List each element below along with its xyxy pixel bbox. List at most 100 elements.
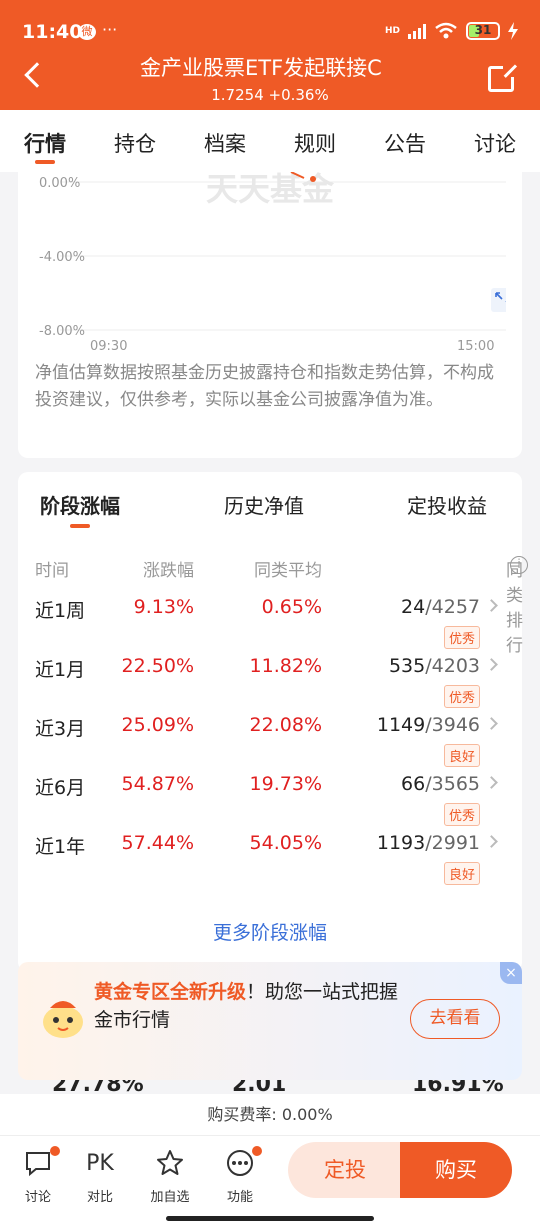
rating-badge: 优秀 [443, 685, 480, 708]
row-rank: 535/4203 [389, 655, 480, 677]
table-row[interactable]: 近6月 54.87% 19.73% 66/3565 优秀 [18, 773, 522, 829]
chevron-right-icon [485, 599, 498, 612]
x-tick-start: 09:30 [90, 339, 127, 352]
y-tick-2: -8.00% [39, 324, 85, 339]
status-indicators: HD 31 [385, 22, 518, 40]
notification-dot [50, 1146, 60, 1156]
notification-dot [252, 1146, 262, 1156]
chevron-right-icon [485, 776, 498, 789]
row-period: 近3月 [35, 718, 86, 740]
rank-value: 1149 [376, 714, 426, 736]
stage-performance-card: 阶段涨幅 历史净值 定投收益 时间 涨跌幅 同类平均 同类排行 i 近1周 9.1… [18, 472, 528, 972]
compare-label: 对比 [86, 1190, 113, 1205]
info-icon[interactable]: i [510, 556, 528, 574]
row-change: 9.13% [133, 596, 194, 618]
discuss-button[interactable]: 讨论 [8, 1146, 68, 1205]
row-period: 近1周 [35, 600, 86, 622]
tab-holdings[interactable]: 持仓 [90, 110, 180, 172]
row-category-avg: 0.65% [261, 596, 322, 618]
header-change: 涨跌幅 [143, 561, 194, 581]
more-functions-icon [227, 1150, 253, 1176]
rank-value: 535 [388, 655, 426, 677]
table-row[interactable]: 近1年 57.44% 54.05% 1193/2991 良好 [18, 832, 522, 888]
mascot-icon [43, 1001, 83, 1038]
signal-icon [408, 23, 426, 39]
back-button[interactable] [24, 62, 50, 88]
charging-icon [508, 22, 518, 40]
y-tick-0: 0.00% [39, 176, 80, 191]
row-change: 54.87% [121, 773, 194, 795]
chat-icon [26, 1152, 50, 1177]
row-category-avg: 19.73% [249, 773, 322, 795]
fund-title: 金产业股票ETF发起联接C [140, 56, 382, 80]
wifi-icon [435, 22, 457, 39]
share-icon[interactable] [488, 63, 518, 92]
fullscreen-icon[interactable] [491, 288, 506, 312]
estimate-chart-card: 0.00% -4.00% -8.00% 09:30 15:00 天天基金 净值估… [18, 172, 522, 458]
header-period: 时间 [35, 561, 69, 581]
battery-icon: 31 [466, 22, 500, 40]
row-category-avg: 11.82% [249, 655, 322, 677]
rank-total: /4257 [425, 596, 480, 618]
row-rank: 1149/3946 [377, 714, 480, 736]
row-rank: 66/3565 [401, 773, 480, 795]
tab-stage-change[interactable]: 阶段涨幅 [40, 490, 120, 528]
chevron-right-icon [485, 835, 498, 848]
more-stage-change-link[interactable]: 更多阶段涨幅 [18, 918, 522, 945]
header-category-avg: 同类平均 [254, 561, 322, 581]
row-category-avg: 22.08% [249, 714, 322, 736]
gold-promo-banner[interactable]: 黄金专区全新升级！助您一站式把握金市行情 去看看 × [18, 962, 522, 1080]
pk-icon: PK [86, 1150, 114, 1176]
buy-button[interactable]: 购买 [400, 1142, 512, 1198]
tab-auto-invest-return[interactable]: 定投收益 [407, 490, 487, 519]
purchase-fee-rate: 购买费率: 0.00% [0, 1094, 540, 1136]
estimate-disclaimer: 净值估算数据按照基金历史披露持仓和指数走势估算，不构成投资建议，仅供参考，实际以… [35, 363, 494, 410]
row-change: 25.09% [121, 714, 194, 736]
rating-badge: 优秀 [443, 803, 480, 826]
rank-total: /3565 [425, 773, 480, 795]
tab-profile[interactable]: 档案 [180, 110, 270, 172]
home-indicator[interactable] [166, 1216, 374, 1221]
header-bar: 11:40 微 ··· HD 31 金产业股票ETF发起联接C 1.7254 +… [0, 0, 540, 110]
row-rank: 1193/2991 [377, 832, 480, 854]
row-category-avg: 54.05% [249, 832, 322, 854]
rating-badge: 良好 [443, 744, 480, 767]
hd-label: HD [384, 26, 400, 36]
row-rank: 24/4257 [401, 596, 480, 618]
watchlist-label: 加自选 [150, 1190, 190, 1205]
discuss-label: 讨论 [24, 1190, 51, 1205]
row-period: 近1月 [35, 659, 86, 681]
table-row[interactable]: 近1月 22.50% 11.82% 535/4203 优秀 [18, 655, 522, 711]
row-change: 57.44% [121, 832, 194, 854]
promo-go-button[interactable]: 去看看 [410, 999, 500, 1039]
rank-value: 1193 [376, 832, 426, 854]
tab-market[interactable]: 行情 [0, 110, 90, 172]
performance-subtabs: 阶段涨幅 历史净值 定投收益 [18, 490, 522, 536]
functions-button[interactable]: 功能 [210, 1146, 270, 1205]
table-row[interactable]: 近3月 25.09% 22.08% 1149/3946 良好 [18, 714, 522, 770]
functions-label: 功能 [226, 1190, 253, 1205]
rating-badge: 优秀 [443, 626, 480, 649]
status-bar: 11:40 微 ··· HD 31 [0, 0, 540, 54]
promo-highlight: 黄金专区全新升级 [94, 981, 247, 1003]
add-watchlist-button[interactable]: 加自选 [140, 1146, 200, 1205]
app-screen: 11:40 微 ··· HD 31 金产业股票ETF发起联接C 1.7254 +… [0, 0, 540, 1230]
close-icon[interactable]: × [500, 962, 522, 984]
compare-button[interactable]: PK 对比 [70, 1146, 130, 1206]
tab-announcements[interactable]: 公告 [360, 110, 450, 172]
auto-invest-button[interactable]: 定投 [288, 1142, 402, 1198]
rank-value: 66 [401, 773, 426, 795]
row-period: 近1年 [35, 836, 86, 858]
rank-total: /3946 [425, 714, 480, 736]
row-change: 22.50% [121, 655, 194, 677]
tab-discussion[interactable]: 讨论 [450, 110, 540, 172]
table-row[interactable]: 近1周 9.13% 0.65% 24/4257 优秀 [18, 596, 522, 652]
rating-badge: 良好 [443, 862, 480, 885]
tab-rules[interactable]: 规则 [270, 110, 360, 172]
y-tick-1: -4.00% [39, 250, 85, 265]
chevron-right-icon [485, 658, 498, 671]
chevron-right-icon [485, 717, 498, 730]
row-period: 近6月 [35, 777, 86, 799]
rank-total: /4203 [425, 655, 480, 677]
tab-historical-nav[interactable]: 历史净值 [224, 490, 304, 519]
